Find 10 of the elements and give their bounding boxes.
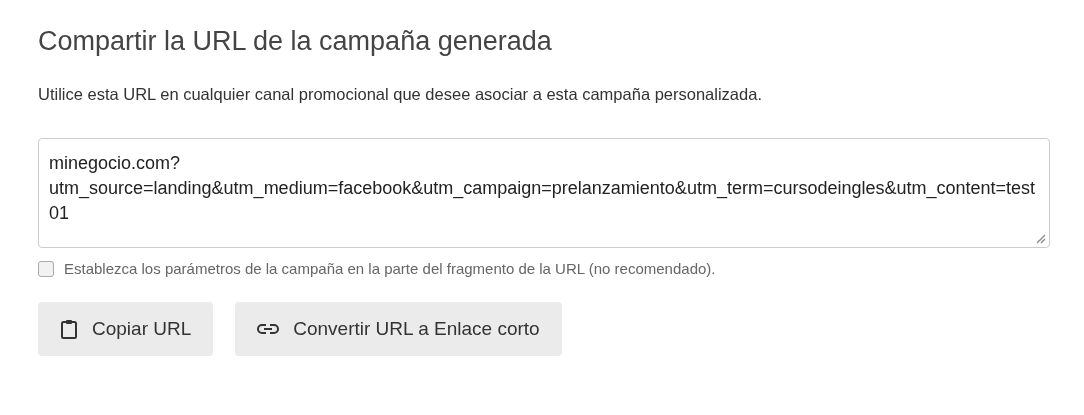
copy-url-button[interactable]: Copiar URL [38, 302, 214, 356]
resize-handle-icon[interactable] [1034, 232, 1046, 244]
section-title: Compartir la URL de la campaña generada [38, 26, 553, 57]
clipboard-icon [60, 318, 78, 340]
shorten-url-button[interactable]: Convertir URL a Enlace corto [235, 302, 562, 356]
link-icon [257, 323, 280, 335]
checkbox-label: Establezca los parámetros de la campaña en la parte del fragmento de la URL (no recomendado). [64, 260, 716, 277]
description-text: Utilice esta URL en cualquier canal promocional que desee asociar a esta campaña personalizada. [38, 85, 763, 104]
checkbox[interactable] [38, 260, 54, 277]
url-field[interactable]: minegocio.com?utm_source=landing&utm_medium=facebook&utm_campaign=prelanzamiento&utm_term=cursodeingles&utm_content=test01 [38, 138, 1050, 248]
